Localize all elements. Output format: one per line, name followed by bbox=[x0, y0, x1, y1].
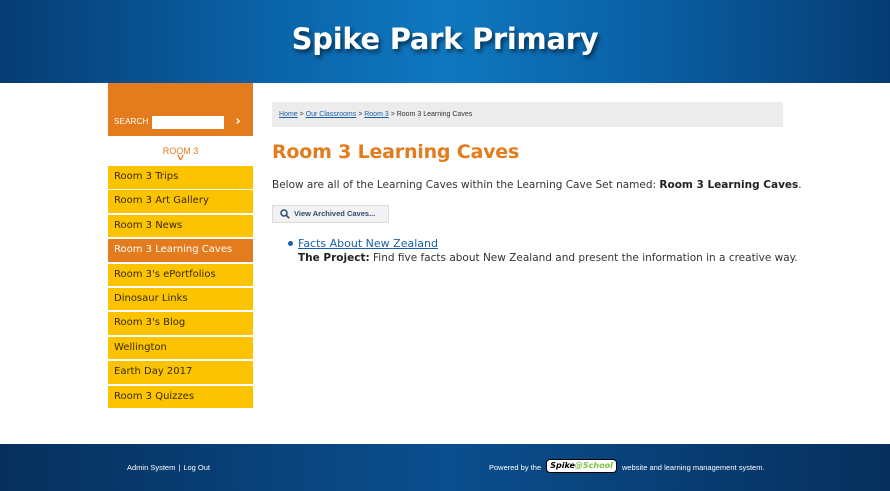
powered-by-prefix: Powered by the bbox=[489, 463, 542, 472]
sidebar-item-room-3-news[interactable]: Room 3 News bbox=[108, 214, 253, 238]
cave-description: The Project: Find five facts about New Z… bbox=[298, 252, 798, 264]
intro-set-name: Room 3 Learning Caves bbox=[659, 179, 799, 191]
sidebar-item-room-3-art-gallery[interactable]: Room 3 Art Gallery bbox=[108, 190, 253, 213]
intro-suffix: . bbox=[798, 179, 802, 191]
cave-link-facts-about-new-zealand[interactable]: Facts About New Zealand bbox=[298, 237, 438, 250]
logo-text-at-school: @School bbox=[574, 461, 613, 471]
sidebar-item-dinosaur-links[interactable]: Dinosaur Links bbox=[108, 287, 253, 311]
site-header: Spike Park Primary bbox=[0, 0, 890, 83]
sidebar-nav: Room 3 Trips Room 3 Art Gallery Room 3 N… bbox=[108, 166, 253, 409]
chevron-down-icon: ∨ bbox=[175, 153, 186, 163]
logo-text-spike: Spike bbox=[550, 461, 575, 471]
chevron-right-icon[interactable]: › bbox=[231, 114, 245, 130]
sidebar-item-room-3-learning-caves[interactable]: Room 3 Learning Caves bbox=[108, 239, 253, 262]
search-icon bbox=[280, 209, 290, 219]
breadcrumb-current: Room 3 Learning Caves bbox=[396, 111, 473, 118]
powered-by-suffix: website and learning management system. bbox=[621, 463, 765, 472]
bullet-icon bbox=[288, 241, 293, 246]
footer-powered-by: Powered by the Spike@School website and … bbox=[489, 459, 765, 474]
footer-separator: | bbox=[178, 463, 181, 472]
search-box: SEARCH › bbox=[108, 83, 253, 136]
breadcrumb: Home > Our Classrooms > Room 3 > Room 3 … bbox=[272, 102, 783, 127]
log-out-link[interactable]: Log Out bbox=[183, 463, 210, 472]
sidebar: SEARCH › ROOM 3 ∨ Room 3 Trips Room 3 Ar… bbox=[108, 83, 253, 410]
view-archived-caves-button[interactable]: View Archived Caves... bbox=[272, 205, 389, 223]
cave-project-label: The Project: bbox=[298, 252, 370, 264]
search-input[interactable] bbox=[152, 116, 224, 129]
footer-admin-links: Admin System | Log Out bbox=[127, 463, 210, 472]
page-title: Room 3 Learning Caves bbox=[272, 141, 520, 163]
admin-system-link[interactable]: Admin System bbox=[127, 463, 175, 472]
breadcrumb-separator: > bbox=[388, 111, 397, 118]
search-label: SEARCH bbox=[114, 117, 149, 126]
sidebar-item-room-3-eportfolios[interactable]: Room 3's ePortfolios bbox=[108, 263, 253, 287]
breadcrumb-home-link[interactable]: Home bbox=[279, 111, 298, 118]
breadcrumb-separator: > bbox=[297, 111, 306, 118]
cave-project-text: Find five facts about New Zealand and pr… bbox=[369, 252, 798, 264]
sidebar-item-wellington[interactable]: Wellington bbox=[108, 336, 253, 360]
sidebar-item-room-3-blog[interactable]: Room 3's Blog bbox=[108, 312, 253, 335]
site-title[interactable]: Spike Park Primary bbox=[0, 22, 890, 56]
room-heading[interactable]: ROOM 3 ∨ bbox=[108, 136, 253, 166]
intro-text: Below are all of the Learning Caves with… bbox=[272, 179, 802, 191]
site-footer: Admin System | Log Out Powered by the Spik… bbox=[0, 444, 890, 491]
sidebar-item-room-3-trips[interactable]: Room 3 Trips bbox=[108, 166, 253, 189]
view-archived-caves-label: View Archived Caves... bbox=[294, 209, 376, 218]
sidebar-item-earth-day-2017[interactable]: Earth Day 2017 bbox=[108, 361, 253, 384]
breadcrumb-classrooms-link[interactable]: Our Classrooms bbox=[306, 111, 357, 118]
spike-at-school-logo[interactable]: Spike@School bbox=[546, 459, 617, 474]
intro-prefix: Below are all of the Learning Caves with… bbox=[272, 179, 660, 191]
breadcrumb-room-link[interactable]: Room 3 bbox=[364, 111, 389, 118]
sidebar-item-room-3-quizzes[interactable]: Room 3 Quizzes bbox=[108, 385, 253, 409]
